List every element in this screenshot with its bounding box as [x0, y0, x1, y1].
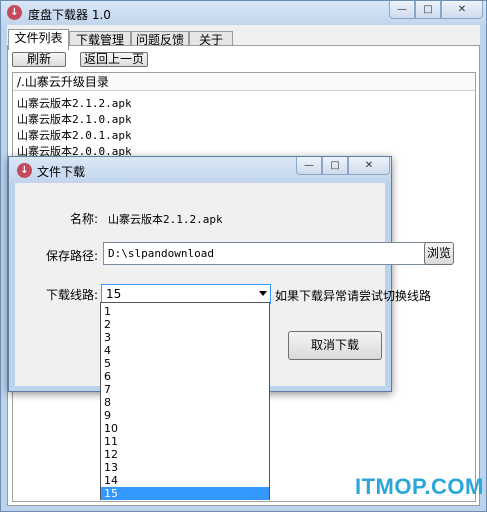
- download-line-value: 15: [106, 287, 122, 301]
- tab-file-list[interactable]: 文件列表: [8, 29, 69, 50]
- list-path-header: /.山寨云升级目录: [13, 73, 475, 91]
- browse-button-visual[interactable]: 浏览: [424, 242, 454, 265]
- dropdown-option[interactable]: 14: [101, 474, 269, 487]
- list-item[interactable]: 山寨云版本2.0.1.apk: [17, 127, 132, 143]
- maximize-button[interactable]: □: [415, 1, 441, 19]
- dropdown-option[interactable]: 3: [101, 331, 269, 344]
- app-download-icon: ↓: [7, 5, 22, 20]
- close-icon: ✕: [364, 160, 374, 171]
- dropdown-option-selected[interactable]: 15: [101, 487, 269, 500]
- close-icon: ✕: [457, 4, 467, 15]
- main-title-bar[interactable]: ↓ 度盘下载器 1.0 — □ ✕: [1, 1, 486, 25]
- dropdown-option[interactable]: 1: [101, 305, 269, 318]
- minimize-button[interactable]: —: [389, 1, 415, 19]
- dropdown-option[interactable]: 8: [101, 396, 269, 409]
- download-line-select[interactable]: 15: [101, 284, 271, 304]
- dropdown-option[interactable]: 10: [101, 422, 269, 435]
- dropdown-option[interactable]: 6: [101, 370, 269, 383]
- dropdown-option[interactable]: 2: [101, 318, 269, 331]
- dropdown-option[interactable]: 7: [101, 383, 269, 396]
- maximize-icon: □: [330, 160, 340, 171]
- save-path-input[interactable]: D:\slpandownload: [103, 242, 427, 265]
- minimize-icon: —: [304, 160, 314, 171]
- maximize-icon: □: [423, 4, 433, 15]
- dialog-maximize-button[interactable]: □: [322, 157, 348, 175]
- main-window-controls: — □ ✕: [389, 1, 483, 19]
- dialog-close-button[interactable]: ✕: [348, 157, 390, 175]
- switch-line-hint: 如果下载异常请尝试切换线路: [275, 289, 432, 303]
- dropdown-option[interactable]: 11: [101, 435, 269, 448]
- dropdown-option[interactable]: 13: [101, 461, 269, 474]
- site-watermark: ITMOP.COM: [355, 474, 484, 499]
- refresh-button[interactable]: 刷新: [12, 52, 66, 67]
- name-value: 山寨云版本2.1.2.apk: [108, 213, 223, 226]
- dropdown-option[interactable]: 9: [101, 409, 269, 422]
- dropdown-option[interactable]: 12: [101, 448, 269, 461]
- name-label: 名称:: [70, 212, 99, 226]
- dialog-title: 文件下载: [37, 165, 86, 179]
- main-window-title: 度盘下载器 1.0: [28, 8, 111, 22]
- download-line-label: 下载线路:: [46, 288, 99, 302]
- minimize-icon: —: [397, 4, 407, 15]
- dropdown-option[interactable]: 4: [101, 344, 269, 357]
- back-button[interactable]: 返回上一页: [80, 52, 148, 67]
- dropdown-option[interactable]: 5: [101, 357, 269, 370]
- close-button[interactable]: ✕: [441, 1, 483, 19]
- save-path-label: 保存路径:: [46, 249, 99, 263]
- dialog-minimize-button[interactable]: —: [296, 157, 322, 175]
- cancel-download-button[interactable]: 取消下载: [288, 331, 382, 360]
- list-item[interactable]: 山寨云版本2.1.2.apk: [17, 95, 132, 111]
- dialog-title-bar[interactable]: ↓ 文件下载 — □ ✕: [9, 157, 391, 183]
- dialog-download-icon: ↓: [17, 163, 32, 178]
- download-line-options: 1 2 3 4 5 6 7 8 9 10 11 12 13 14 15: [100, 302, 270, 500]
- chevron-down-icon[interactable]: [259, 291, 267, 296]
- list-item[interactable]: 山寨云版本2.1.0.apk: [17, 111, 132, 127]
- dialog-controls: — □ ✕: [296, 157, 390, 175]
